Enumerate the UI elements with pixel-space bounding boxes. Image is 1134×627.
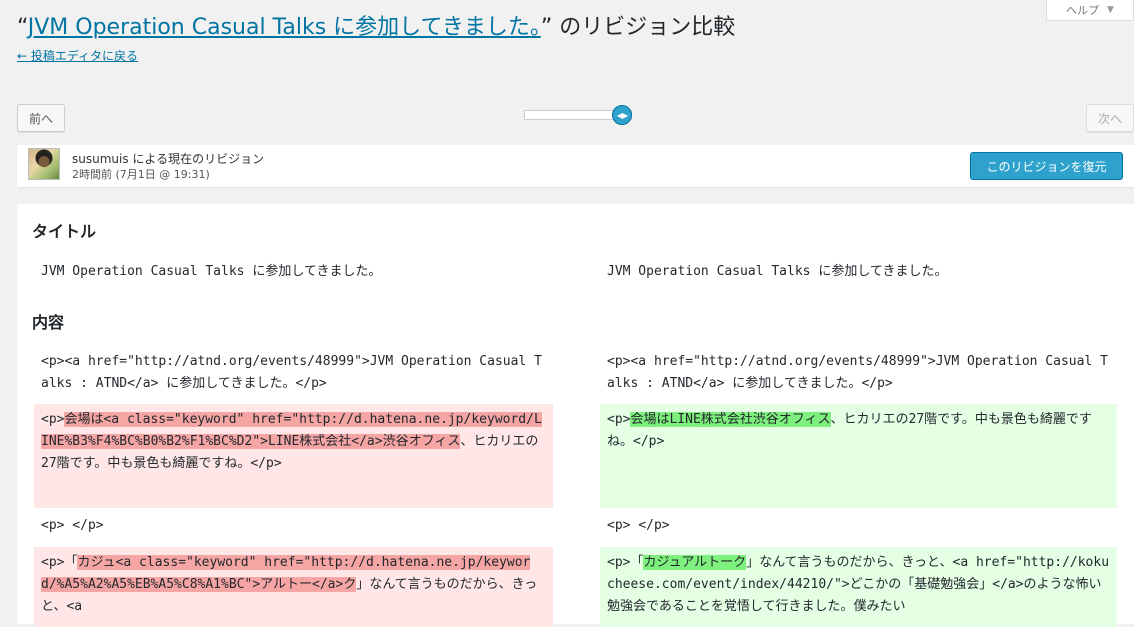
help-tab[interactable]: ヘルプ ▼	[1046, 0, 1134, 21]
diff-text: <p>	[41, 412, 65, 427]
diff-row1-left: <p><a href="http://atnd.org/events/48999…	[41, 354, 542, 391]
diff-row2-left-deleted: <p>会場は<a class="keyword" href="http://d.…	[34, 404, 553, 508]
revision-author-line: susumuis による現在のリビジョン	[72, 150, 264, 167]
page-title: “JVM Operation Casual Talks に参加してきました。” …	[17, 11, 735, 45]
revision-meta-bar: susumuis による現在のリビジョン 2時間前 (7月1日 @ 19:31)…	[17, 145, 1134, 187]
help-label: ヘルプ	[1066, 4, 1100, 17]
diff-row1-right: <p><a href="http://atnd.org/events/48999…	[607, 354, 1108, 391]
diff-text: <p>	[607, 412, 631, 427]
revision-slider-handle[interactable]: ◀▶	[612, 105, 632, 125]
chevron-down-icon: ▼	[1107, 5, 1114, 15]
diff-text: <p>「	[41, 555, 78, 570]
diff-row2-right-added: <p>会場はLINE株式会社渋谷オフィス、ヒカリエの27階です。中も景色も綺麗で…	[600, 404, 1117, 508]
restore-revision-button[interactable]: このリビジョンを復元	[970, 152, 1123, 180]
title-suffix: ” のリビジョン比較	[540, 15, 736, 40]
diff-row4-left-deleted: <p>「カジュ<a class="keyword" href="http://d…	[34, 547, 553, 627]
diff-row3-left: <p> </p>	[41, 518, 104, 533]
avatar	[28, 148, 60, 180]
diff-row4-right-added: <p>「カジュアルトーク」なんて言うものだから、きっと、<a href="htt…	[600, 547, 1117, 627]
content-section-heading: 内容	[32, 313, 65, 332]
post-title-link[interactable]: JVM Operation Casual Talks に参加してきました。	[28, 15, 541, 40]
author-name: susumuis	[72, 152, 129, 166]
revision-date: 2時間前 (7月1日 @ 19:31)	[72, 168, 210, 181]
author-suffix: による現在のリビジョン	[128, 152, 265, 166]
diff-title-left: JVM Operation Casual Talks に参加してきました。	[41, 264, 382, 279]
diff-panel: タイトル JVM Operation Casual Talks に参加してきまし…	[17, 204, 1134, 627]
diff-text: <p>「	[607, 555, 644, 570]
title-section-heading: タイトル	[32, 222, 97, 241]
diff-title-right: JVM Operation Casual Talks に参加してきました。	[607, 264, 948, 279]
title-open-quote: “	[17, 15, 28, 40]
added-text: カジュアルトーク	[643, 555, 747, 570]
diff-row3-right: <p> </p>	[607, 518, 670, 533]
next-revision-button[interactable]: 次へ	[1086, 104, 1134, 132]
prev-revision-button[interactable]: 前へ	[17, 104, 65, 132]
added-text: 会場はLINE株式会社渋谷オフィス	[630, 412, 831, 427]
back-to-editor-link[interactable]: ← 投稿エディタに戻る	[17, 47, 138, 64]
